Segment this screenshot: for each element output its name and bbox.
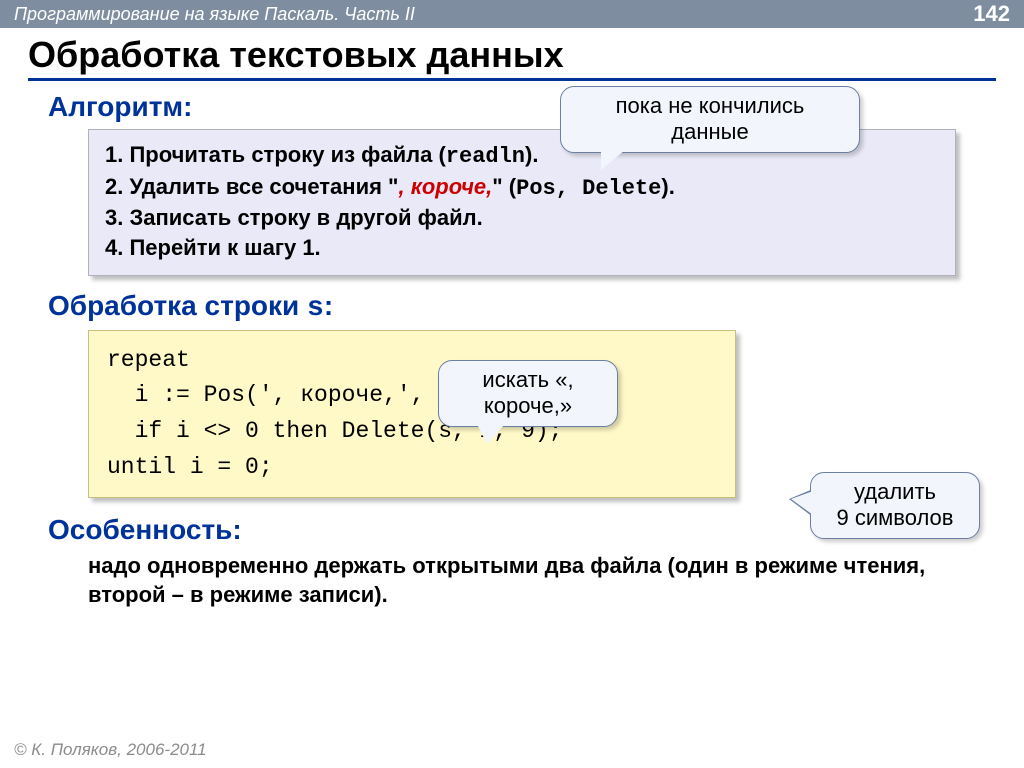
callout-tail-icon	[791, 491, 813, 515]
callout-search: искать «, короче,»	[438, 360, 618, 427]
algo-line-2: 2. Удалить все сочетания ", короче," (Po…	[105, 172, 939, 204]
callout-data-not-ended: пока не кончились данные	[560, 86, 860, 153]
code-box: repeat i := Pos(', короче,', s); if i <>…	[88, 330, 736, 499]
callout-delete: удалить 9 символов	[810, 472, 980, 539]
heading-processing: Обработка строки s:	[48, 290, 996, 324]
algo-line-3: 3. Записать строку в другой файл.	[105, 203, 939, 233]
page-title: Обработка текстовых данных	[28, 34, 996, 81]
callout-tail-icon	[477, 424, 505, 444]
breadcrumb: Программирование на языке Паскаль. Часть…	[14, 4, 415, 25]
footer-copyright: © К. Поляков, 2006-2011	[14, 740, 207, 760]
callout-tail-icon	[601, 150, 625, 170]
page-number: 142	[973, 1, 1010, 27]
slide-header: Программирование на языке Паскаль. Часть…	[0, 0, 1024, 28]
feature-text: надо одновременно держать открытыми два …	[88, 552, 956, 609]
algo-line-4: 4. Перейти к шагу 1.	[105, 233, 939, 263]
